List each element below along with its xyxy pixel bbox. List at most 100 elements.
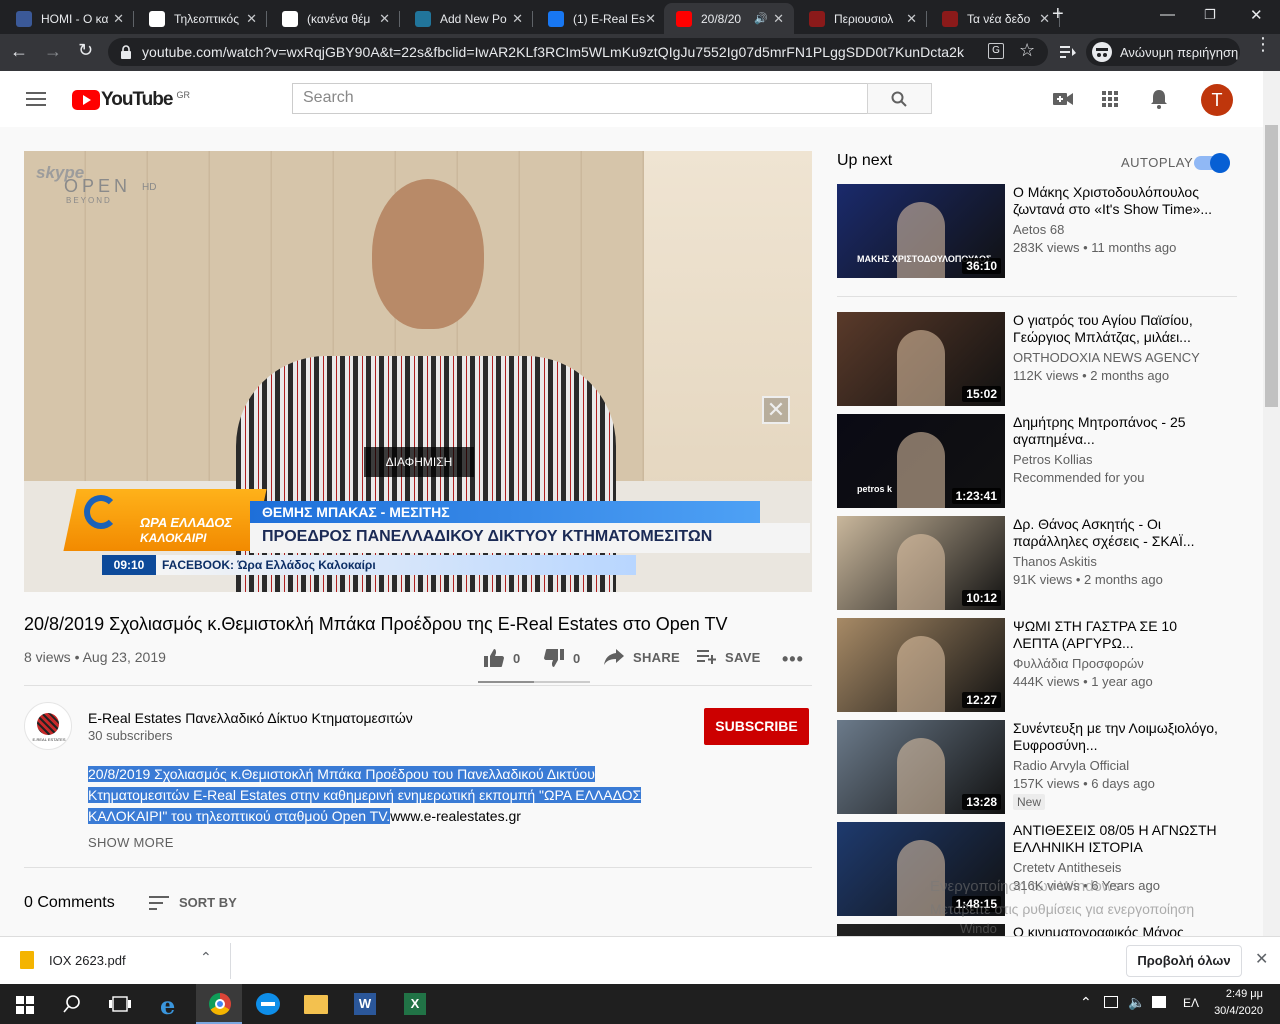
file-explorer-icon[interactable] <box>304 995 328 1014</box>
create-video-icon[interactable] <box>1053 91 1073 107</box>
browser-tab[interactable]: Περιουσιολ ✕ <box>797 3 927 34</box>
browser-tab[interactable]: HOMI - Ο κα ✕ <box>4 3 134 34</box>
browser-tab[interactable]: Τηλεοπτικός ✕ <box>137 3 267 34</box>
tab-audio-icon[interactable]: 🔊 <box>754 12 768 25</box>
video-card-channel[interactable]: Thanos Askitis <box>1013 554 1097 569</box>
volume-icon[interactable]: 🔈 <box>1128 994 1145 1011</box>
video-card-title[interactable]: ΨΩΜΙ ΣΤΗ ΓΑΣΤΡΑ ΣΕ 10 ΛΕΠΤΑ (ΑΡΓΥΡΩ... <box>1013 618 1218 652</box>
video-card-title[interactable]: Ο γιατρός του Αγίου Παϊσίου, Γεώργιος Μπ… <box>1013 312 1218 346</box>
taskbar-search-icon[interactable] <box>63 995 81 1013</box>
translate-icon[interactable]: G <box>988 43 1004 59</box>
chrome-taskbar-button[interactable] <box>196 984 242 1024</box>
video-card-title[interactable]: Δημήτρης Μητροπάνος - 25 αγαπημένα... <box>1013 414 1218 448</box>
video-card-channel[interactable]: Radio Arvyla Official <box>1013 758 1129 773</box>
video-card-channel[interactable]: Aetos 68 <box>1013 222 1064 237</box>
up-next-video-card[interactable]: petros k 1:23:41 Δημήτρης Μητροπάνος - 25 … <box>837 414 1237 508</box>
channel-name[interactable]: E-Real Estates Πανελλαδικό Δίκτυο Κτηματ… <box>88 710 413 726</box>
show-all-downloads-button[interactable]: Προβολή όλων <box>1126 945 1242 977</box>
description-link[interactable]: www.e-realestates.gr <box>390 808 521 824</box>
network-icon[interactable] <box>1104 996 1118 1008</box>
page-scrollbar[interactable] <box>1263 71 1280 936</box>
channel-avatar[interactable]: E-REAL ESTATES <box>24 702 72 750</box>
more-actions-icon[interactable]: ••• <box>782 649 804 670</box>
youtube-logo[interactable]: YouTube GR <box>72 89 190 111</box>
video-card-channel[interactable]: Petros Kollias <box>1013 452 1092 467</box>
video-thumbnail[interactable]: petros k 1:23:41 <box>837 414 1005 508</box>
minimize-button[interactable]: — <box>1160 6 1175 23</box>
download-filename[interactable]: IOX 2623.pdf <box>49 953 126 968</box>
new-tab-button[interactable]: + <box>1052 3 1064 26</box>
chrome-menu-icon[interactable]: ⋮ <box>1254 35 1272 53</box>
clock-time[interactable]: 2:49 μμ <box>1213 988 1263 1000</box>
browser-tab[interactable]: Τα νέα δεδο ✕ <box>930 3 1060 34</box>
video-thumbnail[interactable]: ΜΑΚΗΣ ΧΡΙΣΤΟΔΟΥΛΟΠΟΥΛΟΣ 36:10 <box>837 184 1005 278</box>
action-center-message-icon[interactable] <box>1152 996 1166 1008</box>
apps-grid-icon[interactable] <box>1102 91 1118 107</box>
sort-by-button[interactable]: SORT BY <box>149 895 237 910</box>
video-card-title[interactable]: ΑΝΤΙΘΕΣΕΙΣ 08/05 Η ΑΓΝΩΣΤΗ ΕΛΛΗΝΙΚΗ ΙΣΤΟ… <box>1013 822 1218 856</box>
save-button[interactable]: SAVE <box>697 649 761 665</box>
share-button[interactable]: SHARE <box>604 649 680 665</box>
search-input[interactable]: Search <box>292 83 868 114</box>
back-icon[interactable]: ← <box>10 41 28 62</box>
video-card-channel[interactable]: Cretetv Antitheseis <box>1013 860 1121 875</box>
up-next-video-card[interactable]: 10:12 Δρ. Θάνος Ασκητής - Οι παράλληλες σ… <box>837 516 1237 610</box>
subscribe-button[interactable]: SUBSCRIBE <box>704 708 809 745</box>
close-tab-icon[interactable]: ✕ <box>113 11 124 27</box>
video-player[interactable]: skype OPEN HD BEYOND ✕ ΔΙΑΦΗΜΙΣΗ ΩΡΑ ΕΛΛ… <box>24 151 812 592</box>
media-control-icon[interactable] <box>1060 45 1076 59</box>
show-more-button[interactable]: SHOW MORE <box>88 835 174 850</box>
notifications-bell-icon[interactable] <box>1150 89 1168 109</box>
windows-start-icon[interactable] <box>16 996 34 1014</box>
browser-tab[interactable]: (κανένα θέμ ✕ <box>270 3 400 34</box>
up-next-video-card[interactable]: 13:28 Συνέντευξη με την Λοιμωξιολόγο, Ευφ… <box>837 720 1237 814</box>
task-view-icon[interactable] <box>109 995 131 1013</box>
up-next-video-card[interactable]: Ο κινηματογραφικός Μάνος⋮ <box>837 924 1237 936</box>
dislike-button[interactable]: 0 <box>544 649 581 667</box>
video-thumbnail[interactable]: 15:02 <box>837 312 1005 406</box>
close-downloads-icon[interactable]: ✕ <box>1255 949 1268 969</box>
close-tab-icon[interactable]: ✕ <box>645 11 656 27</box>
edge-icon[interactable]: e <box>160 991 175 1020</box>
close-tab-icon[interactable]: ✕ <box>512 11 523 27</box>
incognito-indicator[interactable]: Ανώνυμη περιήγηση <box>1086 38 1240 66</box>
download-menu-chevron-icon[interactable]: ⌃ <box>200 949 212 966</box>
video-thumbnail[interactable]: 13:28 <box>837 720 1005 814</box>
autoplay-toggle[interactable] <box>1194 153 1230 173</box>
close-window-button[interactable]: ✕ <box>1250 6 1263 24</box>
up-next-video-card[interactable]: 15:02 Ο γιατρός του Αγίου Παϊσίου, Γεώργι… <box>837 312 1237 406</box>
close-tab-icon[interactable]: ✕ <box>906 11 917 27</box>
close-tab-icon[interactable]: ✕ <box>379 11 390 27</box>
close-tab-icon[interactable]: ✕ <box>773 11 784 27</box>
video-card-channel[interactable]: ORTHODOXIA NEWS AGENCY <box>1013 350 1200 365</box>
close-tab-icon[interactable]: ✕ <box>246 11 257 27</box>
close-tab-icon[interactable]: ✕ <box>1039 11 1050 27</box>
account-avatar[interactable]: T <box>1201 84 1233 116</box>
video-card-title[interactable]: Ο Μάκης Χριστοδουλόπουλος ζωντανά στο «I… <box>1013 184 1218 218</box>
address-bar[interactable]: youtube.com/watch?v=wxRqjGBY90A&t=22s&fb… <box>108 38 1048 66</box>
excel-icon[interactable]: X <box>404 993 426 1015</box>
input-language[interactable]: ΕΛ <box>1183 996 1199 1010</box>
close-ad-icon[interactable]: ✕ <box>762 396 790 424</box>
up-next-video-card[interactable]: 12:27 ΨΩΜΙ ΣΤΗ ΓΑΣΤΡΑ ΣΕ 10 ΛΕΠΤΑ (ΑΡΓΥΡΩ… <box>837 618 1237 712</box>
video-card-channel[interactable]: Φυλλάδια Προσφορών <box>1013 656 1144 671</box>
video-card-title[interactable]: Ο κινηματογραφικός Μάνος <box>1013 924 1218 936</box>
reload-icon[interactable]: ↻ <box>78 40 93 61</box>
teamviewer-icon[interactable] <box>256 993 280 1015</box>
scrollbar-thumb[interactable] <box>1265 125 1278 407</box>
browser-tab[interactable]: Add New Po ✕ <box>403 3 533 34</box>
up-next-video-card[interactable]: ΜΑΚΗΣ ΧΡΙΣΤΟΔΟΥΛΟΠΟΥΛΟΣ 36:10 Ο Μάκης Χρισ… <box>837 184 1237 278</box>
hamburger-menu-icon[interactable] <box>26 91 46 107</box>
video-thumbnail[interactable]: 10:12 <box>837 516 1005 610</box>
bookmark-star-icon[interactable]: ☆ <box>1019 40 1035 61</box>
show-hidden-icons-chevron-icon[interactable]: ⌃ <box>1080 994 1092 1011</box>
video-thumbnail[interactable]: 12:27 <box>837 618 1005 712</box>
word-icon[interactable]: W <box>354 993 376 1015</box>
clock-date[interactable]: 30/4/2020 <box>1213 1005 1263 1017</box>
restore-button[interactable]: ❐ <box>1204 7 1216 23</box>
browser-tab[interactable]: (1) E-Real Es ✕ <box>536 3 666 34</box>
search-button[interactable] <box>867 83 932 114</box>
video-card-title[interactable]: Δρ. Θάνος Ασκητής - Οι παράλληλες σχέσει… <box>1013 516 1218 550</box>
like-button[interactable]: 0 <box>484 649 521 667</box>
forward-icon[interactable]: → <box>44 41 62 62</box>
